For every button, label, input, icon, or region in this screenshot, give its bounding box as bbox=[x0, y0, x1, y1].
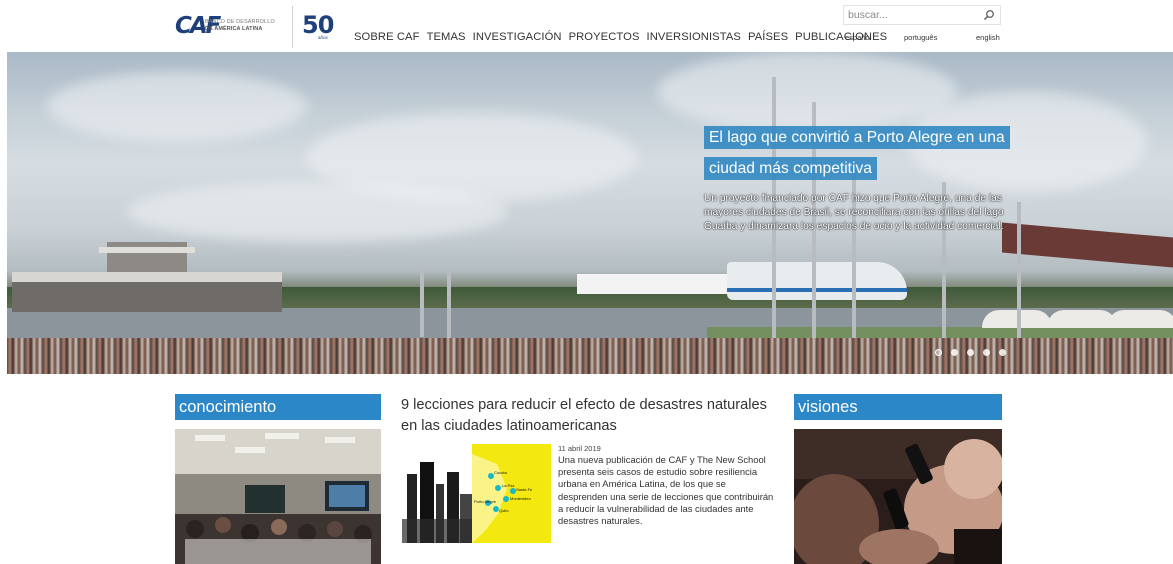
anniversary-label: años bbox=[318, 35, 328, 40]
nav-item-proyectos[interactable]: PROYECTOS bbox=[569, 31, 640, 43]
hero-slider[interactable]: El lago que convirtió a Porto Alegre en … bbox=[7, 52, 1173, 374]
hero-boat bbox=[727, 262, 907, 300]
anniversary-logo[interactable]: 50 años bbox=[302, 12, 340, 42]
lang-espanol[interactable]: español bbox=[845, 33, 871, 42]
hero-title-wrap: El lago que convirtió a Porto Alegre en … bbox=[704, 122, 1010, 184]
resilience-map-illustration: Cúcuta La Paz Santa Fe Montevideo Porto … bbox=[402, 444, 551, 543]
map-label: Quito bbox=[499, 508, 509, 513]
conocimiento-thumbnail[interactable] bbox=[175, 429, 381, 564]
hero-caption: El lago que convirtió a Porto Alegre en … bbox=[704, 122, 1010, 234]
section-title-visiones[interactable]: visiones bbox=[794, 394, 1002, 420]
hero-description: Un proyecto financiado por CAF hizo que … bbox=[704, 193, 1004, 232]
map-label: Montevideo bbox=[510, 496, 531, 501]
map-label: La Paz bbox=[502, 483, 514, 488]
caf-logo-text: BANCO DE DESARROLLO DE AMÉRICA LATINA bbox=[205, 19, 275, 33]
hero-cloud bbox=[657, 52, 957, 132]
section-title-conocimiento[interactable]: conocimiento bbox=[175, 394, 381, 420]
nav-item-investigacion[interactable]: INVESTIGACIÓN bbox=[473, 31, 562, 43]
boat-stripe bbox=[727, 288, 907, 292]
map-label: Porto Alegre bbox=[474, 499, 497, 504]
hero-lamp-pole bbox=[420, 267, 424, 337]
visiones-thumbnail[interactable] bbox=[794, 429, 1002, 564]
hero-cloud bbox=[47, 72, 307, 142]
conference-room-image bbox=[175, 429, 381, 564]
hero-lamp-pole bbox=[447, 272, 451, 338]
nav-item-sobre-caf[interactable]: SOBRE CAF bbox=[354, 31, 420, 43]
slider-dot[interactable] bbox=[967, 349, 974, 356]
search-icon[interactable] bbox=[983, 9, 995, 21]
pavilion-body bbox=[12, 282, 282, 312]
slider-dot[interactable] bbox=[935, 349, 942, 356]
nav-item-inversionistas[interactable]: INVERSIONISTAS bbox=[647, 31, 741, 43]
logo-line-2: DE AMÉRICA LATINA bbox=[205, 26, 263, 32]
pavilion-roof bbox=[12, 272, 282, 282]
site-header: CAF BANCO DE DESARROLLO DE AMÉRICA LATIN… bbox=[0, 0, 1173, 52]
featured-article-summary: Una nueva publicación de CAF y The New S… bbox=[558, 454, 774, 527]
hero-tents bbox=[577, 274, 737, 294]
map-label: Santa Fe bbox=[516, 487, 533, 492]
hero-cloud bbox=[127, 182, 507, 242]
logo-divider bbox=[292, 6, 293, 48]
map-label: Cúcuta bbox=[494, 470, 507, 475]
smartphones-image bbox=[794, 429, 1002, 564]
hero-title[interactable]: El lago que convirtió a Porto Alegre en … bbox=[704, 126, 1010, 180]
lang-portugues[interactable]: português bbox=[904, 33, 937, 42]
featured-article-image[interactable]: Cúcuta La Paz Santa Fe Montevideo Porto … bbox=[402, 444, 551, 543]
hero-pavilion bbox=[7, 242, 287, 312]
pavilion-top-roof bbox=[99, 247, 195, 253]
slider-dot[interactable] bbox=[983, 349, 990, 356]
hero-lamp-pole bbox=[1017, 202, 1021, 342]
nav-item-paises[interactable]: PAÍSES bbox=[748, 31, 788, 43]
featured-article-title[interactable]: 9 lecciones para reducir el efecto de de… bbox=[401, 395, 781, 437]
caf-logo[interactable]: CAF BANCO DE DESARROLLO DE AMÉRICA LATIN… bbox=[175, 14, 287, 38]
nav-item-temas[interactable]: TEMAS bbox=[427, 31, 466, 43]
logo-line-1: BANCO DE DESARROLLO bbox=[205, 19, 275, 25]
lang-english[interactable]: english bbox=[976, 33, 1000, 42]
search-input[interactable] bbox=[848, 7, 978, 23]
main-nav: SOBRE CAF TEMAS INVESTIGACIÓN PROYECTOS … bbox=[354, 31, 894, 43]
hero-pier bbox=[1002, 222, 1173, 268]
slider-dot[interactable] bbox=[951, 349, 958, 356]
hero-umbrella bbox=[1107, 310, 1173, 328]
featured-article-date: 11 abril 2019 bbox=[558, 444, 601, 453]
language-switcher: español português english bbox=[845, 33, 1001, 45]
slider-dots bbox=[935, 349, 1006, 356]
search-box bbox=[843, 5, 1001, 25]
hero-crowd bbox=[7, 338, 1173, 374]
slider-dot[interactable] bbox=[999, 349, 1006, 356]
